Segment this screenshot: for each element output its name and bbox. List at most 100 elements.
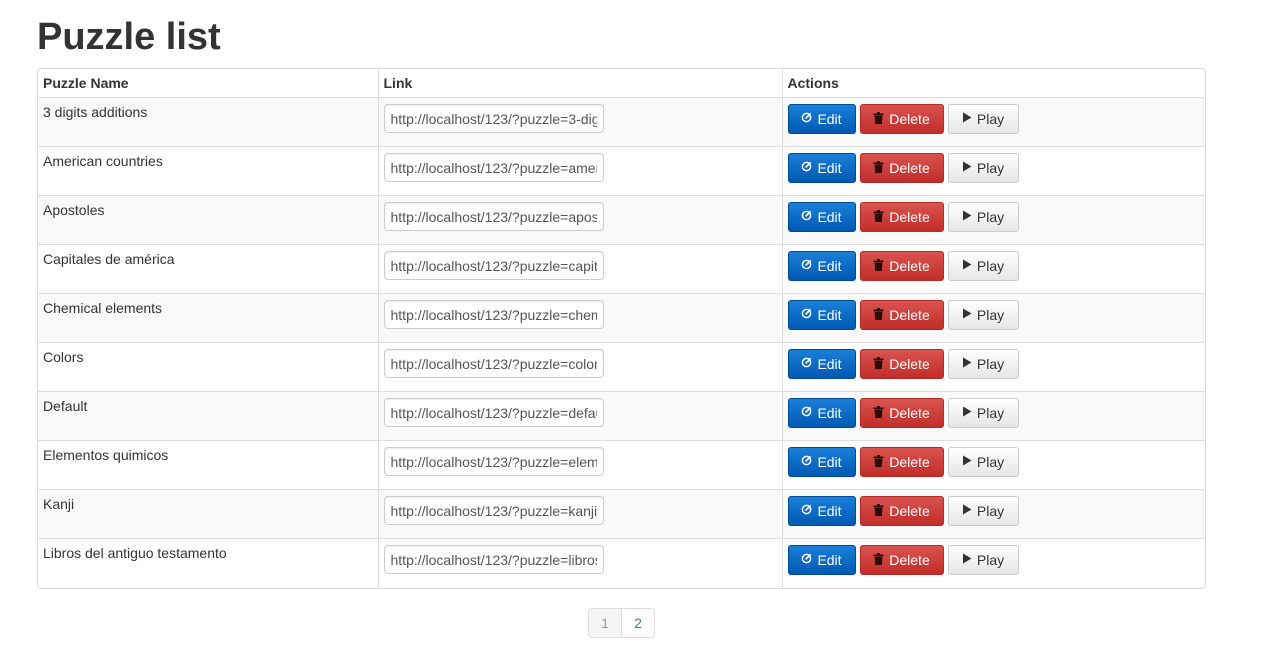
page-title: Puzzle list bbox=[37, 16, 221, 58]
edit-button[interactable]: Edit bbox=[787, 202, 856, 232]
puzzle-link-input[interactable] bbox=[383, 104, 604, 133]
edit-button[interactable]: Edit bbox=[787, 251, 856, 281]
play-button[interactable]: Play bbox=[947, 545, 1019, 575]
play-button[interactable]: Play bbox=[947, 496, 1019, 526]
play-button[interactable]: Play bbox=[947, 251, 1019, 281]
actions-cell: Edit Delete Play bbox=[781, 195, 1205, 245]
play-button[interactable]: Play bbox=[947, 153, 1019, 183]
page-1-link[interactable]: 1 bbox=[589, 609, 622, 637]
edit-icon bbox=[801, 553, 812, 567]
delete-button[interactable]: Delete bbox=[859, 349, 944, 379]
edit-icon bbox=[801, 357, 812, 371]
table-row: Elementos quimicos Edit Delete Play bbox=[38, 440, 1205, 490]
trash-icon bbox=[873, 111, 884, 127]
column-header-puzzle-name[interactable]: Puzzle Name bbox=[38, 69, 378, 98]
delete-button[interactable]: Delete bbox=[859, 545, 944, 575]
puzzle-name: Libros del antiguo testamento bbox=[43, 545, 227, 561]
puzzle-name: Apostoles bbox=[43, 202, 105, 218]
delete-button-label: Delete bbox=[889, 356, 930, 372]
play-button[interactable]: Play bbox=[947, 202, 1019, 232]
puzzle-link-input[interactable] bbox=[383, 300, 604, 329]
column-header-link[interactable]: Link bbox=[377, 69, 782, 98]
play-button[interactable]: Play bbox=[947, 104, 1019, 134]
puzzle-link-cell bbox=[377, 97, 782, 147]
puzzle-name: Kanji bbox=[43, 496, 75, 512]
delete-button[interactable]: Delete bbox=[859, 251, 944, 281]
play-button[interactable]: Play bbox=[947, 349, 1019, 379]
play-icon bbox=[962, 455, 972, 469]
puzzle-link-cell bbox=[377, 293, 782, 343]
delete-button-label: Delete bbox=[889, 405, 930, 421]
edit-icon bbox=[801, 210, 812, 224]
play-button[interactable]: Play bbox=[947, 447, 1019, 477]
puzzle-name-cell: American countries bbox=[38, 146, 378, 196]
play-button[interactable]: Play bbox=[947, 300, 1019, 330]
edit-button[interactable]: Edit bbox=[787, 300, 856, 330]
edit-icon bbox=[801, 455, 812, 469]
edit-button[interactable]: Edit bbox=[787, 545, 856, 575]
puzzle-table: Puzzle Name Link Actions 3 digits additi… bbox=[37, 68, 1206, 589]
play-icon bbox=[962, 161, 972, 175]
trash-icon bbox=[873, 552, 884, 568]
actions-cell: Edit Delete Play bbox=[781, 391, 1205, 441]
puzzle-link-input[interactable] bbox=[383, 545, 604, 574]
edit-button[interactable]: Edit bbox=[787, 104, 856, 134]
puzzle-name-cell: Kanji bbox=[38, 489, 378, 539]
play-button-label: Play bbox=[976, 209, 1005, 225]
table-row: Chemical elements Edit Delete Play bbox=[38, 293, 1205, 343]
play-icon bbox=[962, 259, 972, 273]
delete-button[interactable]: Delete bbox=[859, 447, 944, 477]
play-button-label: Play bbox=[976, 454, 1005, 470]
puzzle-link-input[interactable] bbox=[383, 496, 604, 525]
trash-icon bbox=[873, 258, 884, 274]
edit-button-label: Edit bbox=[817, 258, 842, 274]
puzzle-link-cell bbox=[377, 391, 782, 441]
table-row: Libros del antiguo testamento Edit Delete P… bbox=[38, 538, 1205, 588]
edit-icon bbox=[801, 259, 812, 273]
edit-icon bbox=[801, 504, 812, 518]
edit-button-label: Edit bbox=[817, 111, 842, 127]
edit-button[interactable]: Edit bbox=[787, 349, 856, 379]
play-button-label: Play bbox=[976, 552, 1005, 568]
edit-button[interactable]: Edit bbox=[787, 447, 856, 477]
delete-button[interactable]: Delete bbox=[859, 202, 944, 232]
play-button-label: Play bbox=[976, 258, 1005, 274]
trash-icon bbox=[873, 356, 884, 372]
edit-button[interactable]: Edit bbox=[787, 398, 856, 428]
delete-button-label: Delete bbox=[889, 454, 930, 470]
actions-cell: Edit Delete Play bbox=[781, 440, 1205, 490]
trash-icon bbox=[873, 454, 884, 470]
play-button[interactable]: Play bbox=[947, 398, 1019, 428]
play-button-label: Play bbox=[976, 503, 1005, 519]
trash-icon bbox=[873, 209, 884, 225]
delete-button-label: Delete bbox=[889, 209, 930, 225]
column-header-actions: Actions bbox=[781, 69, 1205, 98]
puzzle-link-input[interactable] bbox=[383, 251, 604, 280]
table-row: 3 digits additions Edit Delete Play bbox=[38, 97, 1205, 147]
delete-button-label: Delete bbox=[889, 552, 930, 568]
edit-button[interactable]: Edit bbox=[787, 153, 856, 183]
delete-button-label: Delete bbox=[889, 258, 930, 274]
delete-button[interactable]: Delete bbox=[859, 300, 944, 330]
edit-button-label: Edit bbox=[817, 356, 842, 372]
puzzle-link-input[interactable] bbox=[383, 349, 604, 378]
page-2-link[interactable]: 2 bbox=[622, 609, 654, 637]
edit-button-label: Edit bbox=[817, 160, 842, 176]
puzzle-link-input[interactable] bbox=[383, 202, 604, 231]
puzzle-link-cell bbox=[377, 489, 782, 539]
puzzle-link-input[interactable] bbox=[383, 398, 604, 427]
delete-button[interactable]: Delete bbox=[859, 398, 944, 428]
puzzle-link-input[interactable] bbox=[383, 153, 604, 182]
delete-button[interactable]: Delete bbox=[859, 153, 944, 183]
delete-button[interactable]: Delete bbox=[859, 104, 944, 134]
puzzle-link-input[interactable] bbox=[383, 447, 604, 476]
delete-button[interactable]: Delete bbox=[859, 496, 944, 526]
table-row: Apostoles Edit Delete Play bbox=[38, 195, 1205, 245]
edit-button[interactable]: Edit bbox=[787, 496, 856, 526]
play-icon bbox=[962, 210, 972, 224]
delete-button-label: Delete bbox=[889, 160, 930, 176]
puzzle-name: Capitales de américa bbox=[43, 251, 175, 267]
table-header-row: Puzzle Name Link Actions bbox=[38, 69, 1205, 98]
play-icon bbox=[962, 308, 972, 322]
puzzle-name: Default bbox=[43, 398, 88, 414]
